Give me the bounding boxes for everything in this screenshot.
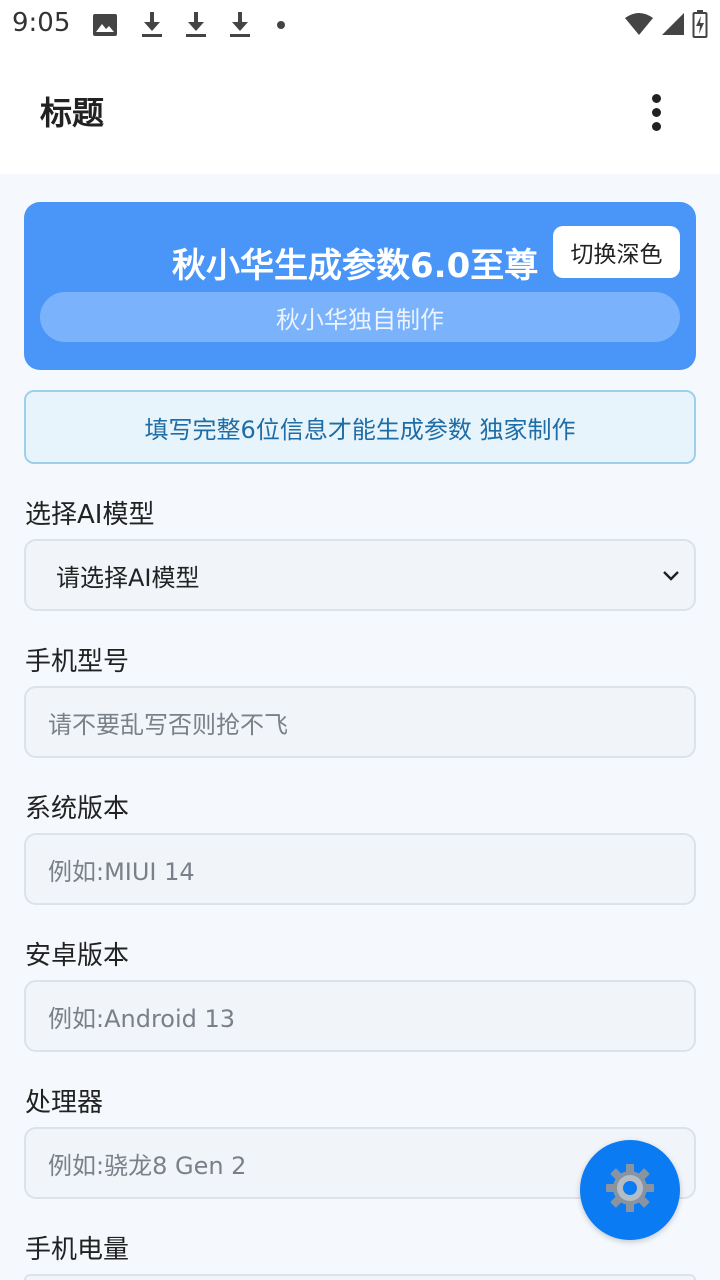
notice-banner: 填写完整6位信息才能生成参数 独家制作 bbox=[24, 390, 696, 464]
signal-icon bbox=[660, 12, 686, 40]
battery-label: 手机电量 bbox=[25, 1235, 130, 1265]
header-title: 秋小华生成参数6.0至尊 bbox=[172, 246, 539, 286]
battery-charging-icon bbox=[692, 10, 708, 42]
system-version-label: 系统版本 bbox=[25, 794, 130, 824]
download-icon bbox=[134, 10, 178, 40]
android-version-placeholder: 例如:Android 13 bbox=[48, 1004, 236, 1033]
ai-model-select-value: 请选择AI模型 bbox=[56, 563, 200, 592]
status-bar: 9:05 bbox=[0, 0, 720, 48]
dot-icon bbox=[266, 10, 310, 40]
app-bar: 标题 bbox=[0, 48, 720, 174]
wifi-icon bbox=[624, 12, 654, 40]
processor-placeholder: 例如:骁龙8 Gen 2 bbox=[48, 1151, 247, 1180]
app-title: 标题 bbox=[40, 94, 105, 132]
download-icon bbox=[178, 10, 222, 40]
status-time: 9:05 bbox=[12, 8, 71, 38]
status-system-icons bbox=[624, 10, 708, 42]
ai-model-select[interactable]: 请选择AI模型 bbox=[24, 539, 696, 611]
ai-model-label: 选择AI模型 bbox=[25, 500, 155, 530]
status-notification-icons bbox=[90, 10, 310, 40]
header-card: 秋小华生成参数6.0至尊 切换深色 秋小华独自制作 bbox=[24, 202, 696, 370]
system-version-placeholder: 例如:MIUI 14 bbox=[48, 857, 195, 886]
gear-icon bbox=[604, 1162, 656, 1218]
phone-model-label: 手机型号 bbox=[25, 647, 130, 677]
more-vert-icon[interactable] bbox=[644, 94, 668, 134]
settings-fab-button[interactable] bbox=[580, 1140, 680, 1240]
chevron-down-icon bbox=[658, 563, 684, 589]
android-version-label: 安卓版本 bbox=[25, 941, 130, 971]
system-version-input[interactable]: 例如:MIUI 14 bbox=[24, 833, 696, 905]
phone-model-input[interactable]: 请不要乱写否则抢不飞 bbox=[24, 686, 696, 758]
processor-label: 处理器 bbox=[25, 1088, 104, 1118]
android-version-input[interactable]: 例如:Android 13 bbox=[24, 980, 696, 1052]
image-icon bbox=[90, 10, 134, 40]
download-icon bbox=[222, 10, 266, 40]
phone-model-placeholder: 请不要乱写否则抢不飞 bbox=[48, 710, 288, 739]
header-subtitle: 秋小华独自制作 bbox=[40, 292, 680, 342]
battery-input[interactable] bbox=[24, 1274, 696, 1280]
dark-mode-toggle-button[interactable]: 切换深色 bbox=[553, 226, 680, 278]
